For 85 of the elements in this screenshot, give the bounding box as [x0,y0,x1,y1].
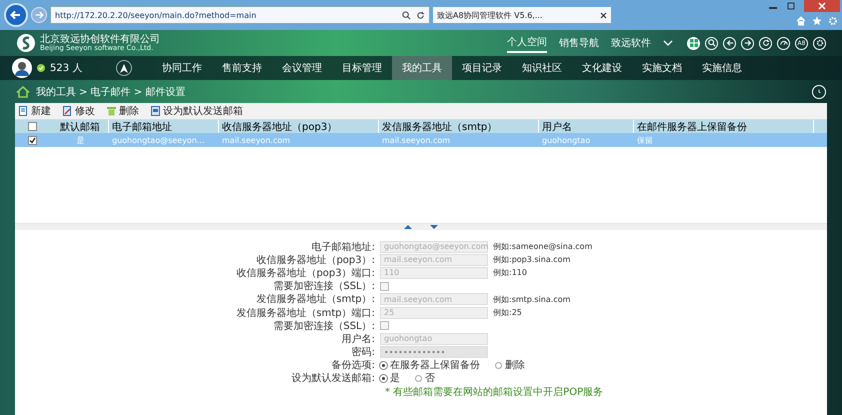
forward-button[interactable] [31,7,47,23]
home-icon[interactable] [16,86,30,98]
radio-label[interactable]: 否 [425,371,435,386]
nav-tab[interactable]: 目标管理 [332,56,392,80]
table-cell-text: mail.seeyon.com [221,134,292,147]
logo-icon [16,33,36,53]
example-hint: 例如:25 [493,307,522,318]
space-link[interactable]: 致远软件 [611,34,651,52]
row-checkbox[interactable] [28,136,36,144]
toolbar-button[interactable]: 删除 [107,104,139,118]
forward-arrow-icon [34,10,44,20]
gauge-icon[interactable] [777,36,790,50]
field-label: 密码: [350,346,376,360]
back-button[interactable] [4,3,28,27]
settings-icon[interactable] [813,36,826,50]
mailbox-icon [151,106,160,116]
example-hint: 例如:110 [493,267,527,278]
field-label: 用户名: [340,332,376,346]
arrow-right-icon[interactable] [741,36,754,50]
example-hint: 例如:smtp.sina.com [493,294,570,305]
table-cell-text: 是 [76,134,86,146]
arrow-left-icon[interactable] [723,36,736,50]
collapse-up-icon[interactable] [404,225,412,229]
clock-icon[interactable] [812,84,826,98]
restore-icon[interactable] [786,2,796,10]
nav-tab[interactable]: 协同工作 [152,56,212,80]
trash-icon [107,106,116,116]
close-icon[interactable] [600,12,607,18]
new-document-icon [19,106,28,116]
example-hint: 例如:pop3.sina.com [493,254,570,266]
field-label: 收信服务器地址（pop3）: [255,254,376,267]
toolbar-button[interactable]: 新建 [19,104,51,118]
address-field[interactable]: http://172.20.2.20/seeyon/main.do?method=main [50,6,430,24]
field-label: 需要加密连接（SSL）: [272,280,376,294]
field-label: 需要加密连接（SSL）: [272,320,376,333]
ssl-checkbox[interactable] [380,282,389,291]
field-label: 收信服务器地址（pop3）端口: [235,266,376,280]
nav-tab[interactable]: 实施信息 [692,56,752,80]
radio-label[interactable]: 删除 [505,358,525,372]
toolbar-button[interactable]: 设为默认发送邮箱 [151,104,243,118]
table-cell-text: mail.seeyon.com [381,134,452,147]
back-arrow-icon [10,9,22,21]
navigation-icon[interactable] [116,60,132,76]
close-icon [818,2,826,10]
table-cell-text: guohongtao [541,134,592,147]
chevron-icon[interactable] [663,39,673,47]
radio-label[interactable]: 是 [390,371,400,386]
field-label: 发信服务器地址（smtp）端口: [235,306,376,320]
avatar[interactable] [12,58,32,78]
nav-tab[interactable]: 我的工具 [392,56,452,80]
radio-button[interactable] [495,362,502,369]
edit-icon [63,106,72,116]
refresh-icon[interactable] [416,10,425,20]
example-hint: 例如:sameone@sina.com [493,241,592,252]
ssl-checkbox[interactable] [380,321,389,330]
select-all-checkbox[interactable] [28,122,36,131]
space-link[interactable]: 个人空间 [507,33,547,53]
nav-tab[interactable]: 知识社区 [512,56,572,80]
breadcrumb: 我的工具 > 电子邮件 > 邮件设置 [36,86,186,98]
space-link[interactable]: 销售导航 [559,34,599,52]
toolbar-button[interactable]: 修改 [63,104,95,118]
grid-icon[interactable] [687,36,700,50]
nav-tab[interactable]: 实施文档 [632,56,692,80]
online-count: 523 人 [50,62,82,75]
close-button[interactable] [804,0,840,12]
nav-tab[interactable]: 文化建设 [572,56,632,80]
field-label: 设为默认发送邮箱: [290,372,376,386]
radio-button[interactable] [415,374,422,382]
search-icon[interactable] [402,10,411,20]
company-name: 北京致远协创软件有限公司 [40,34,160,44]
search-icon[interactable] [705,36,718,50]
field-label: 电子邮箱地址: [310,240,376,254]
expand-down-icon[interactable] [430,225,438,229]
pop-service-note: * 有些邮箱需要在网站的邮箱设置中开启POP服务 [384,386,604,399]
field-label: 发信服务器地址（smtp）: [255,292,376,306]
nav-tab[interactable]: 项目记录 [452,56,512,80]
star-icon[interactable] [812,16,822,26]
table-cell-text: guohongtao@seeyon... [111,134,206,147]
online-status-icon [37,64,45,72]
nav-tab[interactable]: 会议管理 [272,56,332,80]
table-cell-text: 保留 [636,134,654,146]
radio-label[interactable]: 在服务器上保留备份 [390,358,480,372]
nav-tab[interactable]: 售前支持 [212,56,272,80]
browser-tab[interactable]: 致远A8协同管理软件 V5.6,... [433,7,611,23]
field-label: 备份选项: [330,358,376,372]
